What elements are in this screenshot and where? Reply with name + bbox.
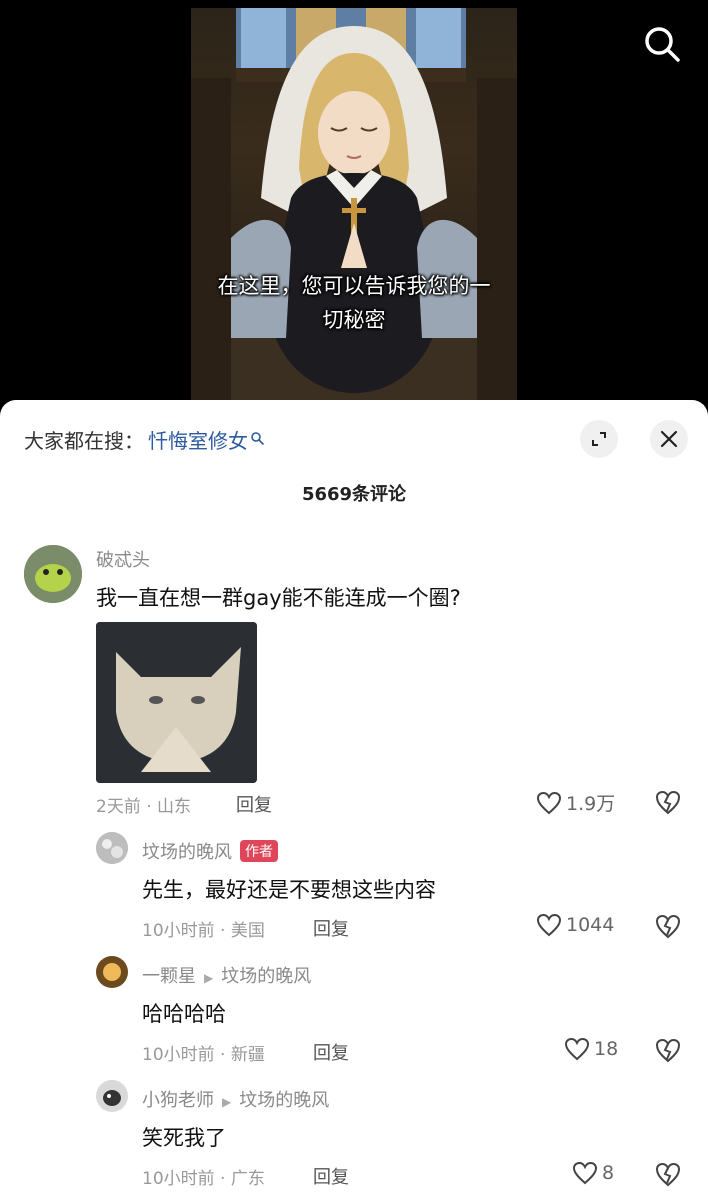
reply-button[interactable]: 回复 [313,1163,349,1189]
broken-heart-icon[interactable] [654,788,682,816]
video-frame: 在这里，您可以告诉我您的一 切秘密 [191,8,517,406]
reply-button[interactable]: 回复 [313,915,349,941]
expand-button[interactable] [580,420,618,458]
close-button[interactable] [650,420,688,458]
like-button[interactable]: 1044 [536,913,614,937]
star-avatar-image [96,956,128,988]
comment-count: 5669条评论 [301,484,407,505]
search-icon [251,432,264,445]
avatar[interactable] [96,1080,128,1112]
like-count: 1.9万 [566,793,616,815]
play-triangle-icon: ▶ [204,971,214,985]
like-count: 18 [594,1038,619,1060]
heart-icon [572,1161,598,1185]
cat-sticker-image[interactable] [96,622,257,783]
heart-icon [536,913,562,937]
comments-sheet: 大家都在搜： 忏悔室修女 5669条评论 破忒头 我一直在想一群gay能不能连成… [0,400,708,1200]
like-count: 1044 [566,914,615,936]
comment-text: 哈哈哈哈 [142,1002,226,1026]
avatar[interactable] [96,956,128,988]
comment-meta: 10小时前 · 新疆 [142,1045,265,1065]
video-player[interactable]: 在这里，您可以告诉我您的一 切秘密 [0,0,708,410]
avatar[interactable] [24,545,82,603]
comment-username[interactable]: 一颗星 ▶ 坟场的晚风 [142,962,311,988]
comment-username[interactable]: 坟场的晚风 作者 [142,838,278,864]
trending-search[interactable]: 大家都在搜： 忏悔室修女 [24,422,266,456]
comment-text: 先生，最好还是不要想这些内容 [142,878,436,902]
play-triangle-icon: ▶ [222,1095,232,1109]
comment-username[interactable]: 小狗老师 ▶ 坟场的晚风 [142,1086,329,1112]
author-badge: 作者 [240,840,278,862]
comment-username[interactable]: 破忒头 [96,546,150,572]
broken-heart-icon[interactable] [654,912,682,940]
username-text: 一颗星 [142,966,196,987]
nun-illustration [191,8,517,406]
comment-text: 笑死我了 [142,1126,226,1150]
author-avatar-image [96,832,128,864]
expand-icon [592,432,606,446]
like-count: 8 [602,1162,615,1184]
trending-prefix: 大家都在搜： [24,428,144,453]
reply-button[interactable]: 回复 [236,791,272,817]
heart-icon [536,791,562,814]
trending-query-link[interactable]: 忏悔室修女 [148,425,248,454]
broken-heart-icon[interactable] [654,1160,682,1188]
heart-icon [564,1037,590,1061]
search-icon [645,27,680,62]
reply-button[interactable]: 回复 [313,1039,349,1065]
like-button[interactable]: 18 [564,1037,618,1061]
username-text: 小狗老师 [142,1090,214,1111]
like-button[interactable]: 1.9万 [536,789,615,816]
comment-text: 我一直在想一群gay能不能连成一个圈? [96,586,461,610]
video-subtitle-line-1: 在这里，您可以告诉我您的一 [217,274,491,298]
avatar[interactable] [96,832,128,864]
broken-heart-icon[interactable] [654,1036,682,1064]
like-button[interactable]: 8 [572,1161,614,1185]
reply-to-username[interactable]: 坟场的晚风 [221,966,311,987]
comment-meta: 10小时前 · 美国 [142,921,265,941]
video-subtitle-line-2: 切秘密 [322,308,386,332]
comment-meta: 10小时前 · 广东 [142,1169,265,1189]
username-text: 坟场的晚风 [142,842,232,863]
close-icon [660,430,678,448]
dog-avatar-image [96,1080,128,1112]
comment-meta: 2天前 · 山东 [96,797,192,817]
frog-avatar-image [24,545,82,603]
reply-to-username[interactable]: 坟场的晚风 [239,1090,329,1111]
search-button[interactable] [640,22,684,66]
cat-sticker-art [96,622,257,783]
